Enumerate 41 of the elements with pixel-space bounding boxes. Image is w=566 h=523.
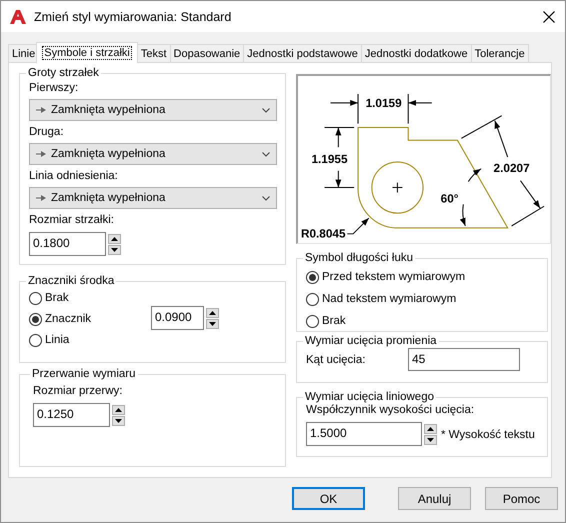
group-title: Wymiar ucięcia promienia bbox=[304, 335, 438, 347]
tab[interactable]: Symbole i strzałki bbox=[36, 42, 138, 63]
unit-label: * Wysokość tekstu bbox=[441, 428, 535, 440]
group-title: Symbol długości łuku bbox=[304, 252, 414, 264]
field-label: Kąt ucięcia: bbox=[306, 354, 366, 366]
tab[interactable]: Jednostki podstawowe bbox=[243, 44, 362, 62]
radio-label[interactable]: Znacznik bbox=[45, 313, 92, 325]
radio-label[interactable]: Linia bbox=[45, 334, 70, 346]
radio-label[interactable]: Brak bbox=[322, 315, 346, 327]
radio-label[interactable]: Nad tekstem wymiarowym bbox=[322, 293, 456, 305]
number-field[interactable]: 0.0900 bbox=[151, 306, 204, 330]
field-label: Rozmiar przerwy: bbox=[33, 385, 124, 399]
field-label: Linia odniesienia: bbox=[29, 170, 119, 184]
field-label: Druga: bbox=[29, 126, 65, 140]
dropdown[interactable]: Zamknięta wypełniona bbox=[29, 187, 277, 209]
tab[interactable]: Tolerancje bbox=[470, 44, 529, 62]
field-label: Rozmiar strzałki: bbox=[29, 214, 115, 228]
dialog-button[interactable]: Anuluj bbox=[398, 487, 471, 510]
dialog-button[interactable]: OK bbox=[292, 487, 365, 510]
dimension-label: 1.0159 bbox=[366, 96, 402, 110]
number-field[interactable]: 0.1250 bbox=[33, 403, 110, 427]
dimension-label: 2.0207 bbox=[494, 160, 530, 175]
group-title: Przerwanie wymiaru bbox=[31, 368, 137, 380]
dialog-button[interactable]: Pomoc bbox=[485, 487, 558, 510]
dimension-label: R0.8045 bbox=[300, 226, 346, 241]
number-field[interactable]: 1.5000 bbox=[306, 422, 422, 446]
dimension-label: 60° bbox=[440, 191, 458, 206]
field-label: Współczynnik wysokości ucięcia: bbox=[306, 404, 476, 418]
dropdown[interactable]: Zamknięta wypełniona bbox=[29, 143, 277, 165]
window-title: Zmień styl wymiarowania: Standard bbox=[34, 10, 232, 24]
radio-label[interactable]: Brak bbox=[45, 292, 69, 304]
tab[interactable]: Dopasowanie bbox=[170, 44, 244, 62]
radio-label[interactable]: Przed tekstem wymiarowym bbox=[322, 271, 466, 283]
dimension-label: 1.1955 bbox=[311, 152, 348, 166]
group-title: Wymiar ucięcia liniowego bbox=[304, 391, 435, 403]
group-title: Znaczniki środka bbox=[27, 275, 116, 287]
dropdown[interactable]: Zamknięta wypełniona bbox=[29, 99, 277, 121]
field-label: Pierwszy: bbox=[29, 82, 80, 96]
number-field[interactable]: 0.1800 bbox=[29, 232, 106, 256]
angle-field[interactable]: 45 bbox=[408, 348, 520, 371]
group-title: Groty strzałek bbox=[27, 67, 100, 79]
